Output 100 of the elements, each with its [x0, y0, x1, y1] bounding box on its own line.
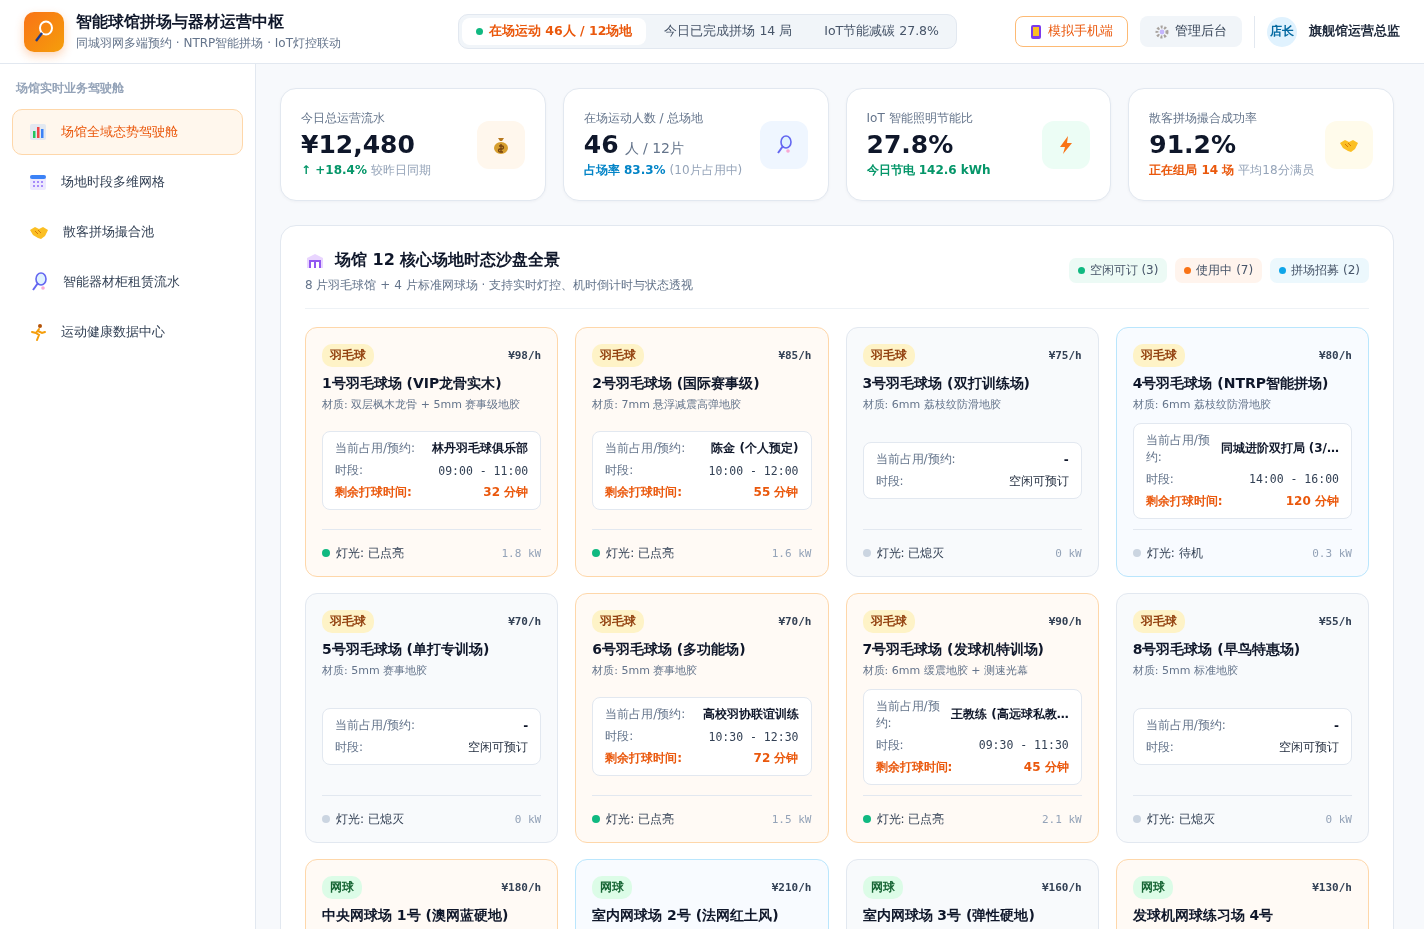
booking-label: 当前占用/预约:	[335, 717, 416, 734]
court-name: 6号羽毛球场 (多功能场)	[592, 641, 747, 659]
sport-tag: 羽毛球	[322, 610, 374, 633]
court-price: ¥98/h	[508, 349, 542, 362]
booking-holder: -	[1063, 452, 1069, 467]
court-card[interactable]: 网球 ¥160/h 室内网球场 3号 (弹性硬地)	[845, 859, 1099, 929]
phone-icon	[1030, 24, 1042, 39]
settings-icon	[1155, 24, 1169, 39]
time-slot: 10:30 - 12:30	[708, 729, 799, 744]
court-material: 材质: 5mm 赛事地胶	[322, 663, 429, 678]
time-slot: 空闲可预订	[1008, 473, 1069, 490]
court-card[interactable]: 羽毛球 ¥70/h 5号羽毛球场 (单打专训场) 材质: 5mm 赛事地胶 当前占用/预约: - 时段: 空闲可预订 灯光: 已熄灭 0 kW	[305, 593, 559, 843]
time-label: 时段:	[875, 473, 904, 490]
power-reading: 0 kW	[1055, 546, 1082, 560]
booking-label: 当前占用/预约:	[605, 440, 686, 457]
court-card[interactable]: 网球 ¥130/h 发球机网球练习场 4号	[1115, 859, 1369, 929]
booking-holder: -	[1334, 718, 1339, 733]
kpi-unit: 人 / 12片	[624, 140, 684, 158]
sidebar-item[interactable]: 场地时段多维网格	[12, 159, 243, 205]
court-material: 材质: 6mm 缓震地胶 + 测速光幕	[862, 663, 1029, 678]
light-status: 灯光: 已熄灭	[1146, 810, 1215, 828]
court-price: ¥70/h	[778, 615, 812, 628]
user-name: 旗舰馆运营总监	[1309, 23, 1400, 40]
legend-chip: 使用中 (7)	[1175, 258, 1263, 283]
panel-title: 场馆 12 核心场地时态沙盘全景	[335, 250, 561, 271]
court-material: 材质: 5mm 赛事地胶	[592, 663, 699, 678]
court-price: ¥75/h	[1048, 349, 1082, 362]
sport-tag: 网球	[592, 876, 633, 899]
time-label: 时段:	[605, 728, 634, 745]
court-material: 材质: 6mm 荔枝纹防滑地胶	[862, 397, 1002, 412]
bar-chart-icon	[29, 123, 47, 141]
admin-button[interactable]: 管理后台	[1140, 16, 1242, 47]
stat-tab[interactable]: 今日已完成拼场 14 局	[650, 18, 807, 45]
remaining-label: 剩余打球时间:	[605, 484, 683, 501]
booking-holder: 高校羽协联谊训练	[702, 706, 799, 723]
court-card[interactable]: 羽毛球 ¥55/h 8号羽毛球场 (早鸟特惠场) 材质: 5mm 标准地胶 当前占用/预约: - 时段: 空闲可预订 灯光: 已熄灭 0 kW	[1115, 593, 1369, 843]
power-reading: 1.5 kW	[771, 812, 812, 826]
booking-label: 当前占用/预约:	[1145, 717, 1226, 734]
court-name: 8号羽毛球场 (早鸟特惠场)	[1132, 641, 1302, 659]
stat-tab[interactable]: IoT节能减碳 27.8%	[810, 18, 953, 45]
booking-label: 当前占用/预约:	[1145, 431, 1211, 466]
court-card[interactable]: 羽毛球 ¥70/h 6号羽毛球场 (多功能场) 材质: 5mm 赛事地胶 当前占用/预约: 高校羽协联谊训练 时段: 10:30 - 12:30 剩余打球时间: 72 分钟 灯光: 已点亮 1.5 kW	[575, 593, 829, 843]
court-price: ¥210/h	[771, 881, 812, 894]
sidebar-item[interactable]: 散客拼场撮合池	[12, 209, 243, 255]
light-status: 灯光: 待机	[1146, 544, 1203, 562]
time-slot: 空闲可预订	[468, 739, 529, 756]
remaining-time: 120 分钟	[1285, 492, 1339, 510]
kpi-label: 在场运动人数 / 总场地	[583, 110, 705, 127]
sport-tag: 羽毛球	[322, 344, 374, 367]
app-title: 智能球馆拼场与器材运营中枢	[76, 11, 285, 33]
booking-holder: 王教练 (高远球私教…	[951, 706, 1069, 723]
time-label: 时段:	[335, 739, 364, 756]
court-price: ¥70/h	[508, 615, 542, 628]
sport-tag: 网球	[322, 876, 362, 899]
court-material: 材质: 双层枫木龙骨 + 5mm 赛事级地胶	[322, 397, 522, 412]
user-avatar[interactable]: 店长	[1267, 16, 1297, 47]
remaining-time: 32 分钟	[483, 484, 529, 501]
power-reading: 1.8 kW	[501, 546, 542, 560]
court-card[interactable]: 羽毛球 ¥75/h 3号羽毛球场 (双打训练场) 材质: 6mm 荔枝纹防滑地胶 当前占用/预约: - 时段: 空闲可预订 灯光: 已熄灭 0 kW	[845, 327, 1099, 577]
booking-holder: 陈金 (个人预定)	[711, 440, 799, 457]
power-reading: 1.6 kW	[771, 546, 812, 560]
power-reading: 0.3 kW	[1312, 546, 1352, 560]
court-name: 2号羽毛球场 (国际赛事级)	[592, 375, 761, 393]
stat-tab[interactable]: 在场运动 46人 / 12场地	[462, 18, 647, 45]
sidebar-item[interactable]: 运动健康数据中心	[12, 309, 243, 355]
sport-tag: 羽毛球	[1132, 344, 1185, 367]
sport-tag: 羽毛球	[862, 610, 915, 633]
court-name: 室内网球场 2号 (法网红土风)	[592, 907, 780, 925]
remaining-time: 45 分钟	[1023, 758, 1069, 776]
court-card[interactable]: 网球 ¥180/h 中央网球场 1号 (澳网蓝硬地)	[305, 859, 559, 929]
court-material: 材质: 6mm 荔枝纹防滑地胶	[1132, 397, 1272, 412]
kpi-label: 散客拼场撮合成功率	[1149, 110, 1259, 127]
court-card[interactable]: 网球 ¥210/h 室内网球场 2号 (法网红土风)	[575, 859, 829, 929]
court-name: 室内网球场 3号 (弹性硬地)	[862, 907, 1036, 925]
light-status: 灯光: 已点亮	[606, 544, 675, 562]
light-status: 灯光: 已熄灭	[336, 810, 404, 828]
mobile-preview-button[interactable]: 模拟手机端	[1015, 16, 1128, 47]
kpi-label: 今日总运营流水	[301, 110, 386, 127]
booking-label: 当前占用/预约:	[605, 706, 686, 723]
sidebar-item[interactable]: 场馆全域态势驾驶舱	[12, 109, 243, 155]
remaining-label: 剩余打球时间:	[605, 750, 683, 767]
kpi-value: 27.8%	[866, 130, 954, 159]
time-slot: 10:00 - 12:00	[708, 463, 799, 478]
court-card[interactable]: 羽毛球 ¥85/h 2号羽毛球场 (国际赛事级) 材质: 7mm 悬浮减震高弹地胶 当前占用/预约: 陈金 (个人预定) 时段: 10:00 - 12:00 剩余打球时间: 55 分钟 灯光: 已点亮 1.6 kW	[575, 327, 829, 577]
time-label: 时段:	[1145, 470, 1174, 488]
light-status: 灯光: 已点亮	[606, 810, 675, 828]
app-logo	[24, 11, 64, 52]
light-status: 灯光: 已熄灭	[876, 544, 945, 562]
sport-tag: 羽毛球	[592, 344, 645, 367]
time-label: 时段:	[335, 462, 364, 479]
kpi-label: IoT 智能照明节能比	[866, 110, 974, 127]
sport-tag: 网球	[1132, 876, 1173, 899]
court-price: ¥90/h	[1048, 615, 1082, 628]
court-card[interactable]: 羽毛球 ¥98/h 1号羽毛球场 (VIP龙骨实木) 材质: 双层枫木龙骨 + 5mm 赛事级地胶 当前占用/预约: 林丹羽毛球俱乐部 时段: 09:00 - 11:00 剩余打球时间: 32 分钟 灯光: 已点亮 1.8 kW	[305, 327, 559, 577]
kpi-value: ¥12,480	[301, 130, 415, 159]
sidebar-item[interactable]: 智能器材柜租赁流水	[12, 259, 243, 305]
court-material: 材质: 5mm 标准地胶	[1132, 663, 1239, 678]
time-slot: 09:00 - 11:00	[438, 463, 529, 478]
app-subtitle: 同城羽网多端预约 · NTRP智能拼场 · IoT灯控联动	[76, 34, 342, 52]
kpi-trend: ↑ +18.4%	[301, 163, 367, 177]
